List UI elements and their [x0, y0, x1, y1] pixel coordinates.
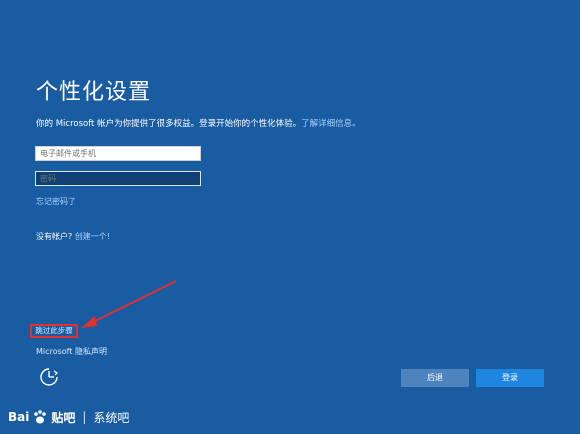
privacy-link[interactable]: Microsoft 隐私声明: [36, 346, 107, 357]
back-button[interactable]: 后退: [401, 369, 469, 387]
subtitle-text: 你的 Microsoft 帐户为你提供了很多权益。登录开始你的个性化体验。: [36, 119, 302, 129]
page-subtitle: 你的 Microsoft 帐户为你提供了很多权益。登录开始你的个性化体验。了解详…: [36, 117, 361, 129]
create-account-link[interactable]: 创建一个!: [75, 232, 110, 241]
login-button[interactable]: 登录: [476, 369, 544, 387]
watermark-bai: Bai: [8, 410, 30, 424]
page-title: 个性化设置: [36, 80, 152, 105]
baidu-tieba-watermark: Bai 贴吧 | 系统吧: [8, 408, 129, 426]
learn-more-link[interactable]: 了解详细信息。: [301, 119, 361, 129]
skip-step-link[interactable]: 跳过此步骤: [30, 324, 78, 338]
password-field[interactable]: [35, 171, 201, 186]
forgot-password-link[interactable]: 忘记密码了: [36, 196, 76, 207]
watermark-separator: |: [82, 410, 87, 424]
no-account-label: 没有帐户?: [36, 232, 73, 241]
ease-of-access-icon[interactable]: [38, 366, 60, 388]
paw-icon: [34, 410, 47, 424]
watermark-tieba: 贴吧: [51, 410, 76, 425]
watermark-site: 系统吧: [93, 410, 130, 425]
email-field[interactable]: [35, 146, 201, 161]
no-account-row: 没有帐户? 创建一个!: [36, 231, 110, 242]
